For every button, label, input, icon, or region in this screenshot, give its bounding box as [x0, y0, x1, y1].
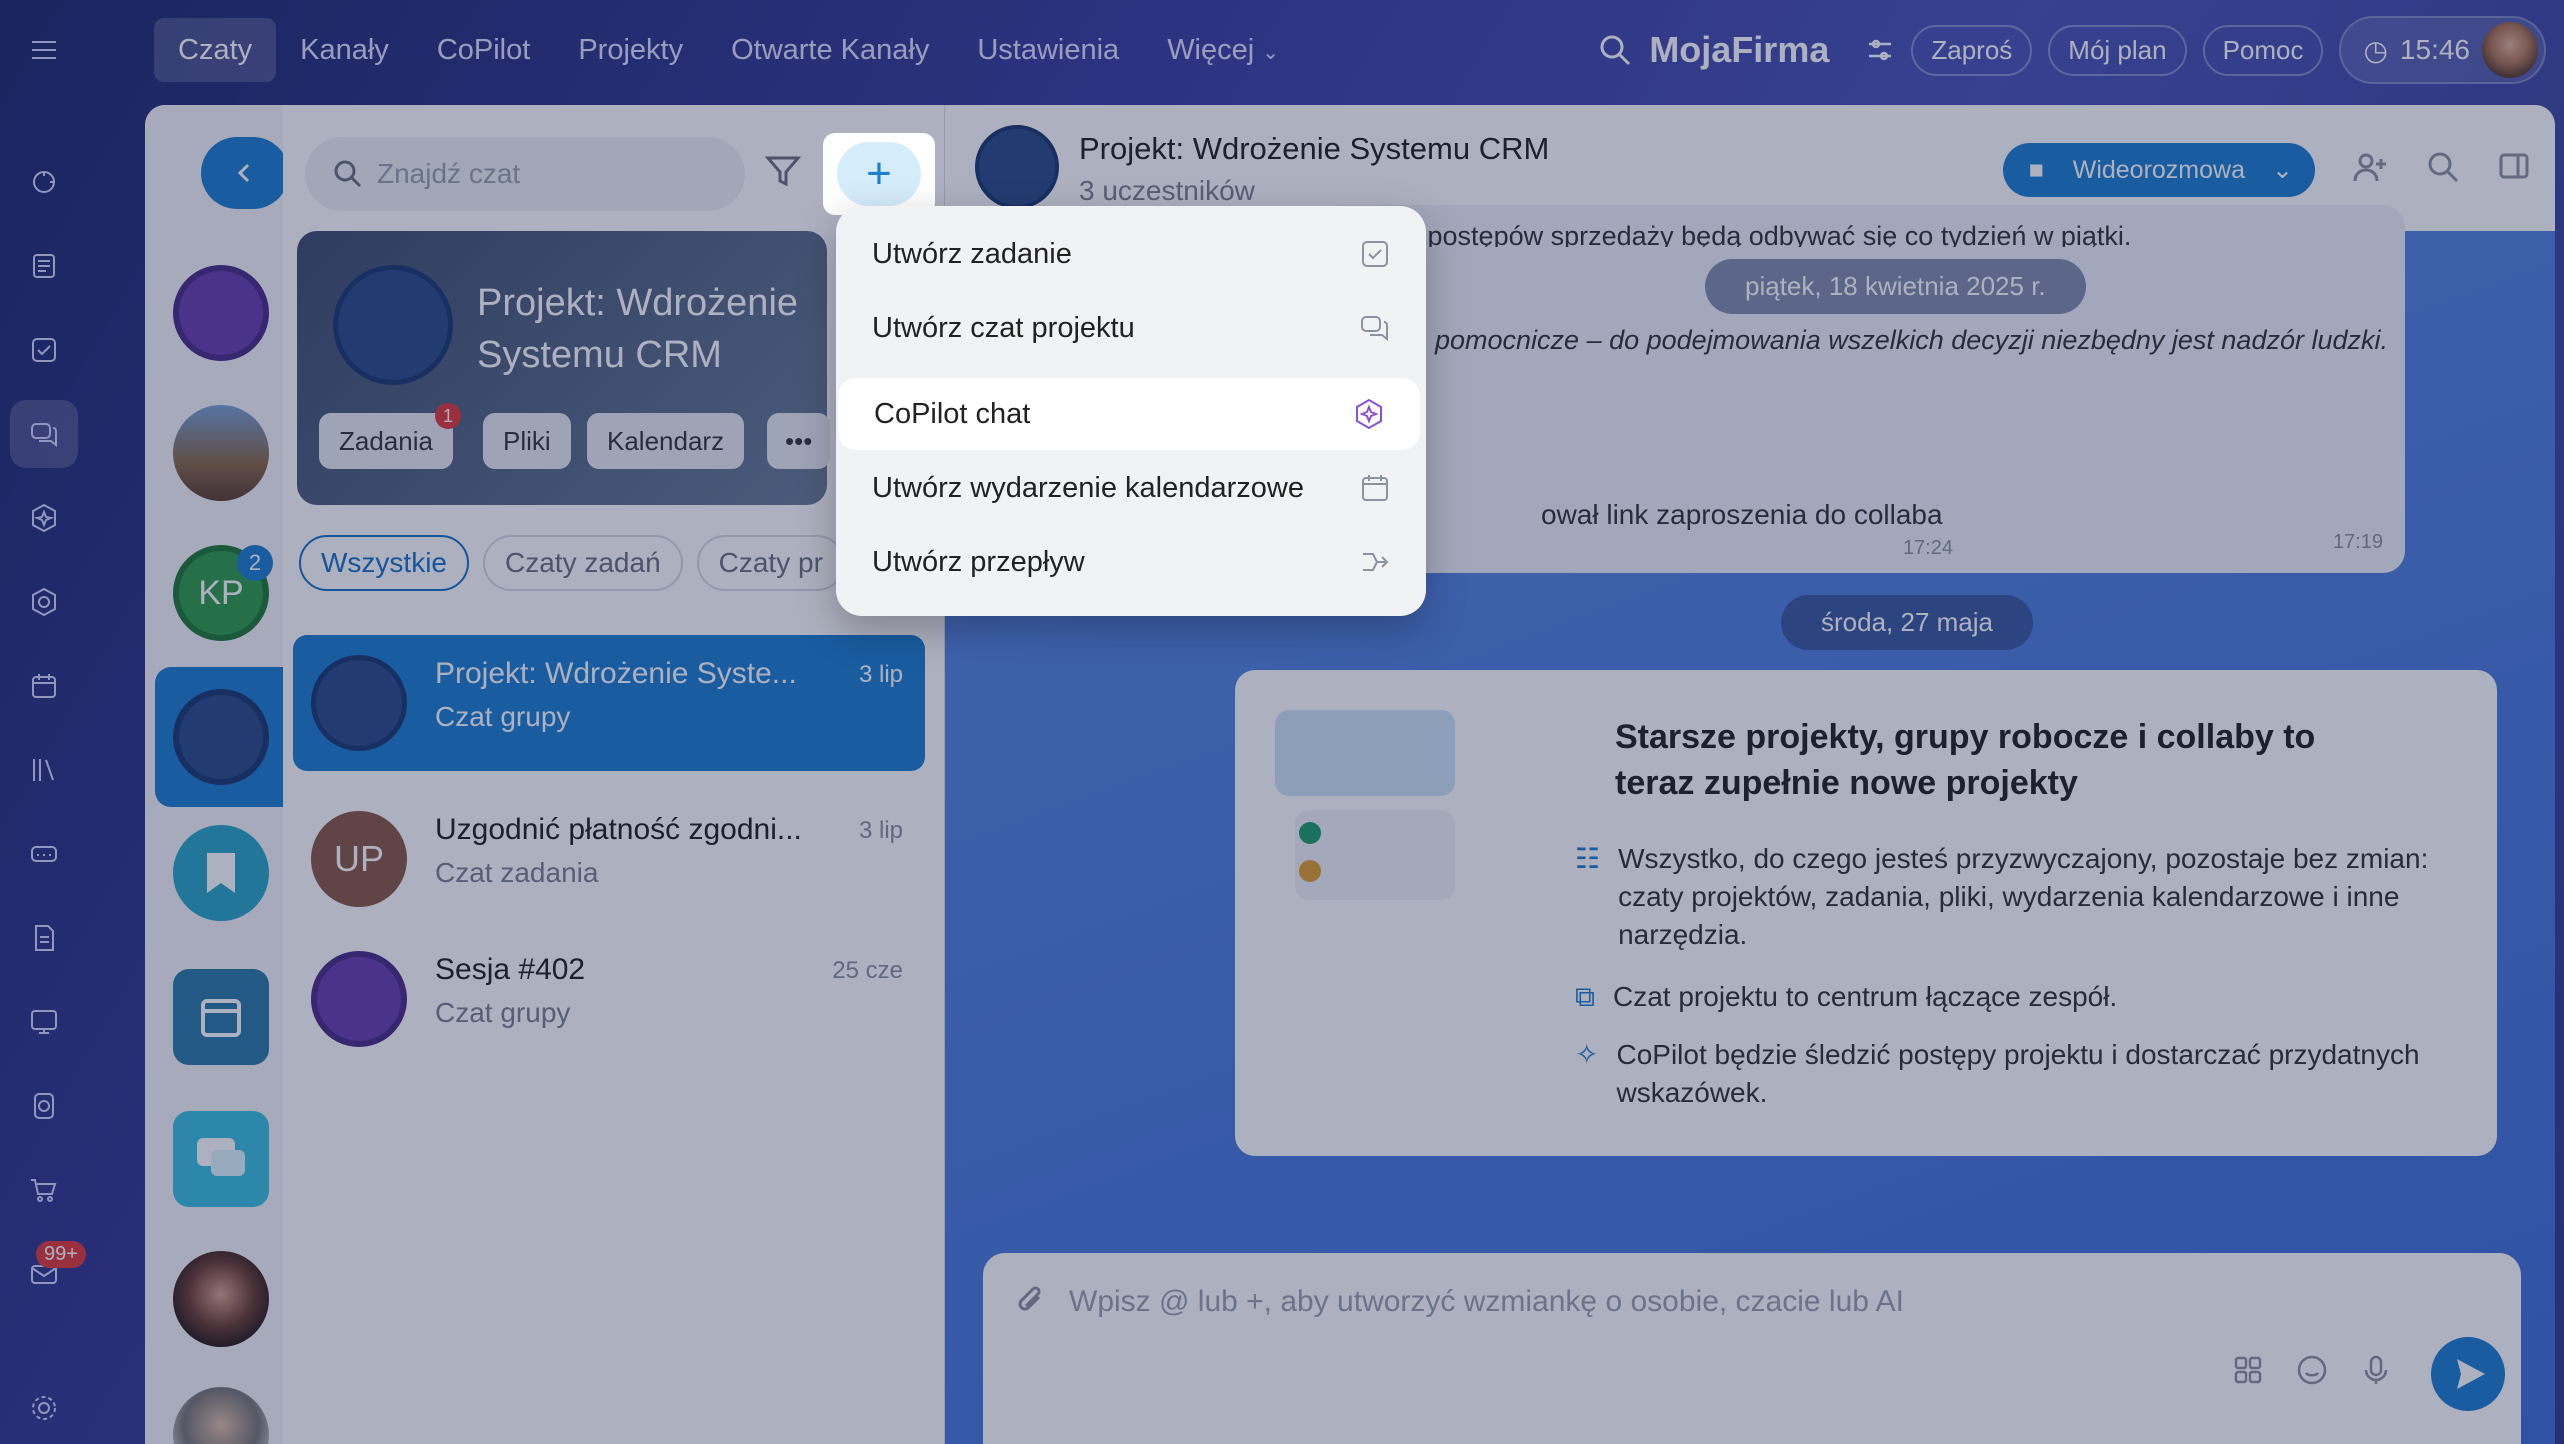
new-chat-plus-wrap: +: [823, 133, 935, 215]
menu-item-label: Utwórz zadanie: [872, 237, 1072, 270]
flow-icon: [1363, 553, 1389, 571]
create-menu: Utwórz zadanie Utwórz czat projektu CoPi…: [836, 206, 1426, 616]
menu-item-create-flow[interactable]: Utwórz przepływ: [836, 526, 1426, 598]
copilot-icon: [1356, 398, 1382, 430]
menu-item-create-task[interactable]: Utwórz zadanie: [836, 218, 1426, 290]
menu-item-create-calendar-event[interactable]: Utwórz wydarzenie kalendarzowe: [836, 452, 1426, 524]
menu-item-label: Utwórz czat projektu: [872, 311, 1135, 344]
menu-item-copilot-chat[interactable]: CoPilot chat: [838, 378, 1420, 450]
task-check-icon: [1362, 241, 1388, 267]
new-chat-plus-button[interactable]: +: [837, 142, 921, 206]
menu-item-label: CoPilot chat: [874, 397, 1031, 430]
chat-bubbles-icon: [1361, 316, 1388, 342]
menu-item-create-project-chat[interactable]: Utwórz czat projektu: [836, 292, 1426, 364]
menu-item-label: Utwórz przepływ: [872, 545, 1085, 578]
menu-item-label: Utwórz wydarzenie kalendarzowe: [872, 471, 1304, 504]
calendar-icon: [1362, 475, 1388, 501]
